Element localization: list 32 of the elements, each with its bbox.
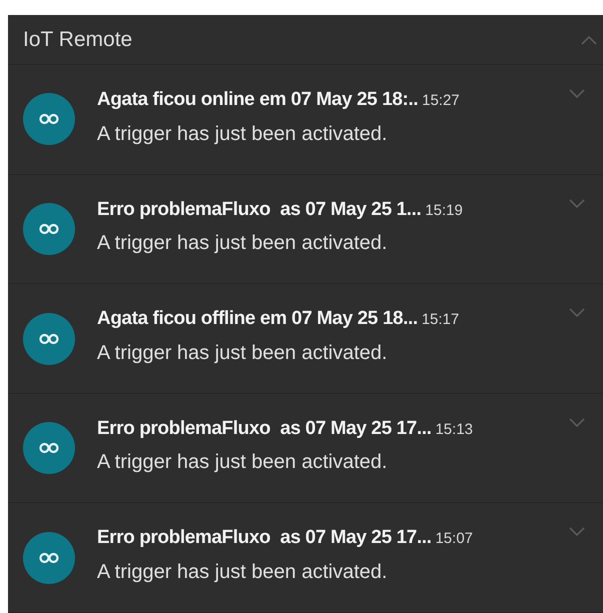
- notification-body: A trigger has just been activated.: [97, 122, 388, 147]
- notification-body: A trigger has just been activated.: [97, 340, 388, 366]
- notification-time: 15:17: [422, 310, 460, 330]
- notification-time: 15:07: [435, 529, 473, 550]
- infinity-icon: [23, 312, 75, 365]
- notification-item[interactable]: Erro problemaFluxo as 07 May 25 17... 15:13 A trigger has just been activated.: [8, 394, 603, 504]
- collapse-icon[interactable]: [581, 34, 597, 45]
- notification-item[interactable]: Erro problemaFluxo as 07 May 25 1... 15:19 A trigger has just been activated.: [8, 174, 603, 284]
- notification-body: A trigger has just been activated.: [97, 231, 388, 256]
- notification-time: 15:19: [425, 200, 463, 221]
- notification-body: A trigger has just been activated.: [97, 450, 388, 476]
- notification-title: Erro problemaFluxo as 07 May 25 1...: [97, 198, 422, 222]
- notification-title: Agata ficou offline em 07 May 25 18...: [97, 307, 418, 332]
- notification-item[interactable]: Agata ficou offline em 07 May 25 18... 15:17 A trigger has just been activated.: [8, 284, 603, 394]
- infinity-icon: [23, 202, 75, 255]
- notification-body: A trigger has just been activated.: [97, 560, 388, 585]
- expand-icon[interactable]: [569, 418, 585, 428]
- app-title: IoT Remote: [23, 26, 132, 53]
- infinity-icon: [23, 532, 75, 584]
- infinity-icon: [23, 93, 75, 146]
- notification-item[interactable]: Erro problemaFluxo as 07 May 25 17... 15:07 A trigger has just been activated.: [8, 503, 603, 613]
- notification-item[interactable]: Agata ficou online em 07 May 25 18:.. 15:27 A trigger has just been activated.: [8, 65, 603, 175]
- notification-title: Erro problemaFluxo as 07 May 25 17...: [97, 526, 432, 550]
- notification-title: Agata ficou online em 07 May 25 18:..: [97, 88, 418, 112]
- notification-time: 15:27: [422, 91, 460, 112]
- expand-icon[interactable]: [569, 198, 585, 209]
- expand-icon[interactable]: [569, 308, 585, 318]
- notification-title: Erro problemaFluxo as 07 May 25 17...: [97, 416, 432, 441]
- expand-icon[interactable]: [569, 89, 585, 100]
- infinity-icon: [23, 422, 75, 474]
- notification-time: 15:13: [435, 420, 473, 440]
- expand-icon[interactable]: [569, 527, 585, 538]
